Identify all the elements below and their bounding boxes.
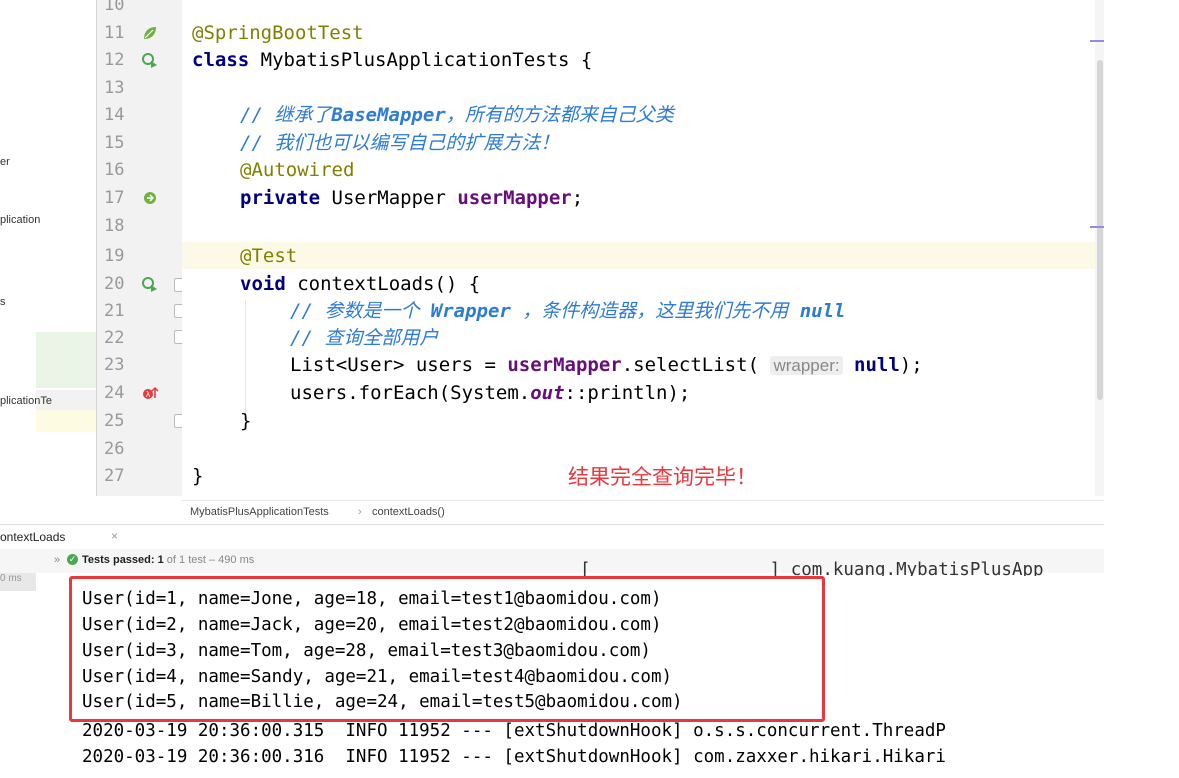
line-number: 12 (104, 50, 125, 70)
spring-bean-icon[interactable] (141, 189, 159, 207)
tests-passed-status: Tests passed: 1 of 1 test – 490 ms (82, 554, 255, 566)
code-line-25: } (240, 410, 252, 432)
line-number: 19 (104, 246, 125, 266)
spring-leaf-icon[interactable] (141, 24, 159, 42)
code-line-24: users.forEach(System.out::println); (290, 382, 691, 404)
run-test-class-icon[interactable] (141, 51, 159, 69)
project-item[interactable]: plicationTe (0, 395, 96, 407)
expand-arrows-icon[interactable]: » (54, 554, 60, 566)
code-line-27: } (192, 465, 204, 487)
line-number: 21 (104, 301, 125, 321)
result-highlight-box (69, 576, 825, 722)
error-stripe-marker[interactable] (1090, 226, 1104, 228)
project-item[interactable]: er (0, 156, 96, 168)
project-item-highlight (36, 332, 96, 388)
code-line-23: List<User> users = userMapper.selectList… (290, 354, 923, 376)
line-number: 27 (104, 466, 125, 486)
parameter-hint: wrapper: (770, 356, 843, 375)
breadcrumb: MybatisPlusApplicationTests › contextLoa… (182, 500, 1104, 523)
line-number: 20 (104, 274, 125, 294)
code-line-21: // 参数是一个 Wrapper ，条件构造器，这里我们先不用 null (290, 300, 846, 322)
project-item[interactable]: plication (0, 214, 96, 226)
check-icon: ✓ (67, 554, 78, 565)
line-number: 25 (104, 411, 125, 431)
indent-guide (245, 300, 246, 420)
console-line: 2020-03-19 20:36:00.315 INFO 11952 --- [… (82, 721, 946, 741)
close-icon[interactable]: × (111, 529, 118, 543)
breadcrumb-class[interactable]: MybatisPlusApplicationTests (190, 506, 329, 518)
code-line-12: class MybatisPlusApplicationTests { (192, 49, 593, 71)
project-item-yellow (36, 410, 96, 432)
result-annotation: 结果完全查询完毕！ (568, 465, 757, 489)
code-line-17: private UserMapper userMapper; (240, 187, 584, 209)
project-panel: er plication s plicationTe (0, 0, 96, 520)
project-item[interactable]: s (0, 296, 96, 308)
line-number: 22 (104, 328, 125, 348)
code-line-16: @Autowired (240, 159, 355, 181)
breadcrumb-separator: › (358, 506, 362, 518)
breadcrumb-method[interactable]: contextLoads() (372, 506, 445, 518)
test-duration: 0 ms (0, 573, 36, 591)
line-number: 18 (104, 216, 125, 236)
code-line-22: // 查询全部用户 (290, 327, 439, 349)
line-number: 24 (104, 383, 125, 403)
line-number: 16 (104, 160, 125, 180)
svg-text:λ: λ (146, 390, 151, 399)
line-number: 15 (104, 133, 125, 153)
run-tab-bar: ontextLoads × (0, 524, 1104, 550)
scrollbar-thumb[interactable] (1097, 60, 1103, 400)
code-line-20: void contextLoads() { (240, 273, 481, 295)
error-stripe-marker[interactable] (1090, 40, 1104, 42)
code-line-15: // 我们也可以编写自己的扩展方法！ (240, 132, 560, 154)
line-number: 14 (104, 105, 125, 125)
lambda-recursion-icon[interactable]: λ (141, 384, 159, 402)
console-partial-line: [ ] com.kuang.MybatisPlusApp (580, 560, 1044, 576)
console-line: 2020-03-19 20:36:00.316 INFO 11952 --- [… (82, 747, 946, 767)
run-tab-contextloads[interactable]: ontextLoads (0, 530, 65, 544)
line-number: 13 (104, 78, 125, 98)
run-test-method-icon[interactable] (141, 275, 159, 293)
line-number: 23 (104, 355, 125, 375)
code-line-19: @Test (240, 245, 298, 267)
current-line-highlight (182, 242, 1104, 269)
line-number: 10 (104, 0, 125, 15)
code-line-14: // 继承了BaseMapper，所有的方法都来自己父类 (240, 104, 674, 126)
line-number: 11 (104, 23, 125, 43)
line-number: 17 (104, 188, 125, 208)
line-number: 26 (104, 439, 125, 459)
code-line-11: @SpringBootTest (192, 22, 364, 44)
